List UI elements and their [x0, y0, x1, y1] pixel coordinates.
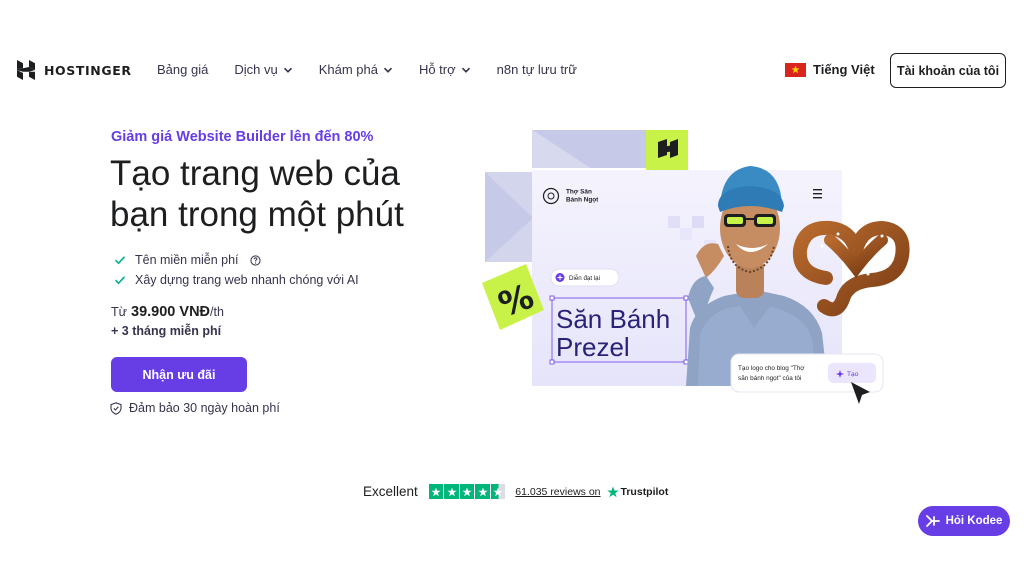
feature-label: Tên miền miễn phí — [135, 253, 239, 267]
my-account-button[interactable]: Tài khoản của tôi — [890, 53, 1006, 88]
nav-item-explore[interactable]: Khám phá — [319, 62, 393, 77]
reviews-link[interactable]: 61.035 reviews on — [515, 486, 600, 498]
rephrase-label: Diễn đạt lại — [569, 275, 600, 282]
nav-item-label: n8n tự lưu trữ — [496, 62, 577, 77]
hostinger-logo[interactable]: HOSTINGER — [16, 60, 132, 80]
check-icon — [114, 276, 126, 285]
site-title-line-2: Prezel — [556, 332, 630, 362]
star-icon — [428, 484, 444, 499]
prompt-line-2: săn bánh ngọt" của tôi — [738, 374, 801, 382]
money-back-guarantee: Đảm bảo 30 ngày hoàn phí — [110, 401, 280, 415]
price: Từ 39.900 VNĐ/th — [111, 304, 224, 320]
check-icon — [114, 256, 126, 265]
price-suffix: /th — [210, 305, 224, 319]
trustpilot-logo[interactable]: Trustpilot — [606, 485, 669, 498]
trustpilot-brand: Trustpilot — [620, 485, 669, 498]
nav-item-services[interactable]: Dịch vụ — [234, 62, 292, 77]
get-deal-button[interactable]: Nhận ưu đãi — [111, 357, 247, 392]
feature-item: Tên miền miễn phí — [114, 250, 359, 270]
help-circle-icon[interactable] — [249, 254, 261, 266]
brand-name: HOSTINGER — [44, 62, 132, 78]
feature-item: Xây dựng trang web nhanh chóng với AI — [114, 270, 359, 290]
nav-item-label: Dịch vụ — [234, 62, 278, 77]
feature-list: Tên miền miễn phí Xây dựng trang web nha… — [114, 250, 359, 290]
star-icon — [475, 484, 490, 499]
price-prefix: Từ — [111, 305, 128, 319]
nav-item-label: Bảng giá — [157, 62, 209, 77]
shield-check-icon — [110, 401, 122, 415]
generate-label: Tạo — [847, 371, 859, 378]
language-selector[interactable]: Tiếng Việt — [785, 62, 875, 77]
site-name-line-1: Thợ Săn — [566, 189, 592, 196]
nav-item-label: Hỗ trợ — [418, 62, 456, 77]
top-navigation: HOSTINGER Bảng giá Dịch vụ Khám phá Hỗ t… — [0, 50, 1024, 90]
trustpilot-rating: Excellent 61.035 reviews on Trustpilot — [363, 484, 668, 499]
nav-item-pricing[interactable]: Bảng giá — [157, 62, 208, 77]
star-icon — [459, 484, 475, 499]
star-icon — [444, 484, 459, 499]
feature-label: Xây dựng trang web nhanh chóng với AI — [135, 273, 359, 287]
vietnam-flag-icon — [785, 62, 806, 77]
price-value: 39.900 VNĐ — [131, 304, 211, 320]
chevron-down-icon — [383, 67, 393, 73]
trustpilot-star-icon — [606, 485, 619, 497]
headline-line-1: Tạo trang web của — [110, 154, 400, 193]
main-menu: Bảng giá Dịch vụ Khám phá Hỗ trợ n8n tự … — [157, 62, 603, 77]
page-title: Tạo trang web của bạn trong một phút — [110, 153, 490, 235]
rating-label: Excellent — [363, 484, 418, 499]
nav-item-support[interactable]: Hỗ trợ — [419, 62, 471, 77]
headline-line-2: bạn trong một phút — [110, 195, 404, 234]
nav-item-n8n[interactable]: n8n tự lưu trữ — [497, 62, 577, 77]
kodee-label: Hỏi Kodee — [945, 515, 1003, 527]
language-label: Tiếng Việt — [813, 62, 875, 77]
nav-item-label: Khám phá — [318, 62, 378, 77]
prompt-line-1: Tạo logo cho blog "Thợ — [738, 365, 805, 372]
promo-text: Giảm giá Website Builder lên đến 80% — [111, 129, 374, 145]
hostinger-logo-icon — [17, 60, 35, 80]
kodee-icon — [925, 515, 940, 527]
ask-kodee-button[interactable]: Hỏi Kodee — [918, 506, 1010, 536]
rating-stars — [428, 484, 506, 499]
guarantee-label: Đảm bảo 30 ngày hoàn phí — [129, 401, 280, 415]
hero-illustration: Thợ Săn Bánh Ngọt % Diễn đạt lại Săn Bán… — [482, 130, 910, 404]
bonus-text: + 3 tháng miễn phí — [111, 324, 222, 338]
half-star-icon — [490, 484, 506, 499]
chevron-down-icon — [461, 67, 470, 73]
site-name-line-2: Bánh Ngọt — [566, 197, 599, 204]
chevron-down-icon — [283, 67, 292, 73]
site-title-line-1: Săn Bánh — [556, 304, 670, 334]
